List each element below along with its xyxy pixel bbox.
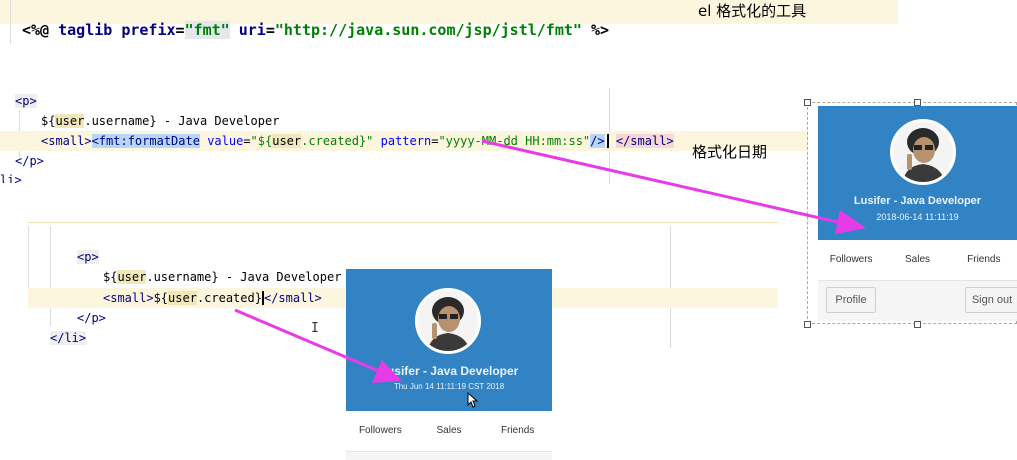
arrow-to-raw-date [234,308,402,383]
arrow-to-formatted-date [481,139,866,234]
annotation-arrows [234,139,866,383]
